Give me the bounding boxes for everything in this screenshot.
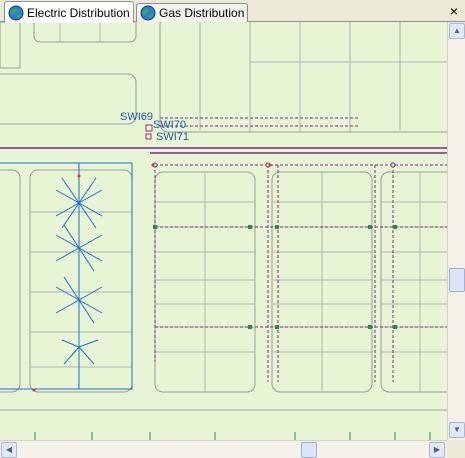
switch-label-swi71: SWI71 xyxy=(156,131,189,143)
vertical-scrollbar[interactable]: ▲ ▼ xyxy=(447,22,465,440)
horizontal-scrollbar[interactable]: ◀ ▶ xyxy=(0,440,447,458)
switch-label-swi69: SWI69 xyxy=(120,111,153,123)
road-network xyxy=(0,22,447,440)
tab-label: Electric Distribution xyxy=(27,5,130,20)
globe-icon xyxy=(140,5,156,21)
scroll-right-icon[interactable]: ▶ xyxy=(429,442,445,458)
scroll-left-icon[interactable]: ◀ xyxy=(1,442,17,458)
globe-icon xyxy=(8,5,24,20)
scroll-down-icon[interactable]: ▼ xyxy=(449,422,465,438)
close-icon[interactable]: × xyxy=(446,3,462,19)
scrollbar-corner xyxy=(447,440,465,458)
map-drawing[interactable]: SWI69 SWI70 SWI71 xyxy=(0,22,447,440)
tab-label: Gas Distribution xyxy=(159,6,245,20)
switch-label-swi70: SWI70 xyxy=(153,119,186,131)
tab-gas-distribution[interactable]: Gas Distribution xyxy=(136,3,248,22)
switch-symbols xyxy=(145,124,153,140)
horizontal-scroll-thumb[interactable] xyxy=(301,442,317,458)
vertical-scroll-thumb[interactable] xyxy=(449,268,465,292)
tab-electric-distribution[interactable]: Electric Distribution xyxy=(4,1,134,23)
map-canvas[interactable]: SWI69 SWI70 SWI71 xyxy=(0,22,447,440)
scroll-up-icon[interactable]: ▲ xyxy=(449,23,465,39)
map-tab-bar: Electric Distribution Gas Distribution × xyxy=(0,0,465,23)
